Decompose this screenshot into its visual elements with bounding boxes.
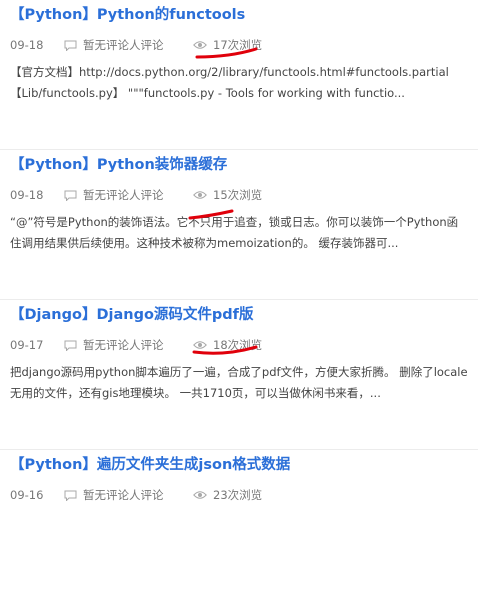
view-count-label: 18次浏览: [213, 338, 263, 352]
view-count-label: 23次浏览: [213, 488, 263, 502]
comment-count: 暂无评论人评论: [83, 338, 164, 352]
post-date: 09-18: [10, 38, 44, 52]
comment-link[interactable]: 暂无评论人评论: [64, 486, 164, 504]
post-title[interactable]: 【Python】Python装饰器缓存: [10, 154, 227, 176]
post-title[interactable]: 【Python】Python的functools: [10, 4, 245, 26]
view-count: 18次浏览: [193, 336, 262, 354]
eye-icon: [193, 191, 207, 199]
post-item: 【Python】Python装饰器缓存 09-18 暂无评论人评论 15次浏览 …: [0, 150, 478, 300]
post-date: 09-17: [10, 338, 44, 352]
comment-icon: [64, 40, 77, 51]
post-excerpt: 【官方文档】http://docs.python.org/2/library/f…: [10, 62, 478, 104]
comment-count: 暂无评论人评论: [83, 488, 164, 502]
eye-icon: [193, 41, 207, 49]
view-count-label: 17次浏览: [213, 38, 263, 52]
excerpt-line: 【官方文档】http://docs.python.org/2/library/f…: [10, 65, 449, 79]
excerpt-line: 【Lib/functools.py】 """functools.py - Too…: [10, 86, 405, 100]
comment-icon: [64, 340, 77, 351]
comment-link[interactable]: 暂无评论人评论: [64, 186, 164, 204]
post-excerpt: “@”符号是Python的装饰语法。它不只用于追查，锁或日志。你可以装饰一个Py…: [10, 212, 478, 254]
eye-icon: [193, 341, 207, 349]
post-item: 【Django】Django源码文件pdf版 09-17 暂无评论人评论 18次…: [0, 300, 478, 450]
comment-count: 暂无评论人评论: [83, 38, 164, 52]
post-title[interactable]: 【Python】遍历文件夹生成json格式数据: [10, 454, 290, 476]
view-count: 15次浏览: [193, 186, 262, 204]
view-count: 17次浏览: [193, 36, 262, 54]
excerpt-line: “@”符号是Python的装饰语法。它不只用于追查，锁或日志。你可以装饰一个Py…: [10, 215, 459, 229]
excerpt-line: 住调用结果供后续使用。这种技术被称为memoization的。 缓存装饰器可..…: [10, 236, 399, 250]
view-count: 23次浏览: [193, 486, 262, 504]
comment-link[interactable]: 暂无评论人评论: [64, 336, 164, 354]
comment-count: 暂无评论人评论: [83, 188, 164, 202]
comment-link[interactable]: 暂无评论人评论: [64, 36, 164, 54]
excerpt-line: 把django源码用python脚本遍历了一遍，合成了pdf文件，方便大家折腾。…: [10, 365, 468, 379]
post-date: 09-16: [10, 488, 44, 502]
post-item: 【Python】Python的functools 09-18 暂无评论人评论 1…: [0, 0, 478, 150]
post-title[interactable]: 【Django】Django源码文件pdf版: [10, 304, 253, 326]
excerpt-line: 无用的文件，还有gis地理模块。 一共1710页，可以当做休闲书来看，...: [10, 386, 381, 400]
post-list: 【Python】Python的functools 09-18 暂无评论人评论 1…: [0, 0, 478, 600]
post-excerpt: 把django源码用python脚本遍历了一遍，合成了pdf文件，方便大家折腾。…: [10, 362, 478, 404]
post-date: 09-18: [10, 188, 44, 202]
comment-icon: [64, 490, 77, 501]
eye-icon: [193, 491, 207, 499]
comment-icon: [64, 190, 77, 201]
post-item: 【Python】遍历文件夹生成json格式数据 09-16 暂无评论人评论 23…: [0, 450, 478, 600]
view-count-label: 15次浏览: [213, 188, 263, 202]
